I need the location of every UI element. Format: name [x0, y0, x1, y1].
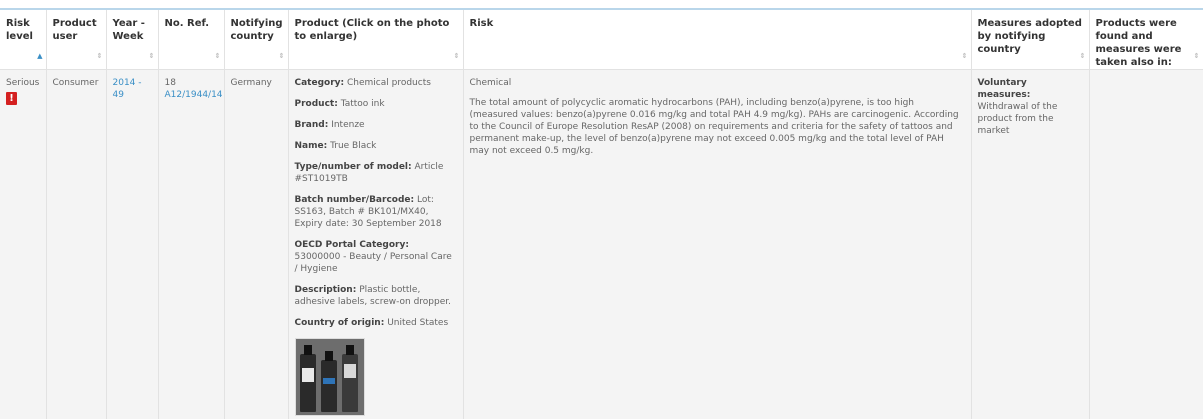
- risk-level-text: Serious: [6, 77, 40, 89]
- field-value: United States: [387, 318, 448, 328]
- cell-product-user: Consumer: [46, 70, 106, 419]
- col-header-label: No. Ref.: [165, 18, 210, 29]
- table-row: Serious ! Consumer 2014 - 49 18 A12/1944…: [0, 70, 1203, 419]
- field-label: OECD Portal Category:: [295, 240, 409, 250]
- field-label: Brand:: [295, 120, 329, 130]
- field-label: Type/number of model:: [295, 162, 412, 172]
- cell-measures: Voluntary measures: Withdrawal of the pr…: [971, 70, 1089, 419]
- header-row: Risk level▲ Product user⇕ Year - Week⇕ N…: [0, 10, 1203, 70]
- field-value: Intenze: [331, 120, 364, 130]
- field-value: Tattoo ink: [341, 99, 385, 109]
- field-label: Batch number/Barcode:: [295, 195, 415, 205]
- risk-type-text: Chemical: [470, 77, 965, 89]
- risk-description-text: The total amount of polycyclic aromatic …: [470, 97, 965, 157]
- ref-code-link[interactable]: A12/1944/14: [165, 90, 223, 100]
- product-photo[interactable]: [295, 338, 365, 416]
- bottle-cap: [304, 345, 312, 355]
- product-description: Description: Plastic bottle, adhesive la…: [295, 284, 457, 308]
- sort-icon[interactable]: ⇕: [97, 50, 103, 63]
- product-origin: Country of origin: United States: [295, 317, 457, 329]
- col-header-label: Products were found and measures were ta…: [1096, 18, 1182, 68]
- product-category: Category: Chemical products: [295, 77, 457, 89]
- notifying-country-text: Germany: [231, 78, 272, 88]
- cell-risk-level: Serious !: [0, 70, 46, 419]
- year-week-link[interactable]: 2014 - 49: [113, 78, 142, 100]
- product-oecd: OECD Portal Category: 53000000 - Beauty …: [295, 239, 457, 275]
- bottle-label: [344, 364, 356, 378]
- bottle-cap: [325, 351, 333, 361]
- bottle-shape: [342, 354, 358, 412]
- col-header-notifying-country[interactable]: Notifying country ⇕: [224, 10, 288, 70]
- col-header-year-week[interactable]: Year - Week ⇕: [106, 10, 158, 70]
- cell-notifying-country: Germany: [224, 70, 288, 419]
- col-header-no-ref[interactable]: No. Ref. ⇕: [158, 10, 224, 70]
- sort-ascending-icon[interactable]: ▲: [37, 50, 42, 63]
- sort-icon[interactable]: ⇕: [279, 50, 285, 63]
- col-header-product-user[interactable]: Product user⇕: [46, 10, 106, 70]
- col-header-risk[interactable]: Risk ⇕: [463, 10, 971, 70]
- col-header-label: Measures adopted by notifying country: [978, 18, 1082, 55]
- bottle-cap: [346, 345, 354, 355]
- product-batch: Batch number/Barcode: Lot: SS163, Batch …: [295, 194, 457, 230]
- product-type: Product: Tattoo ink: [295, 98, 457, 110]
- product-model: Type/number of model: Article #ST1019TB: [295, 161, 457, 185]
- cell-no-ref: 18 A12/1944/14: [158, 70, 224, 419]
- col-header-label: Notifying country: [231, 18, 283, 42]
- bottle-shape: [300, 354, 316, 412]
- sort-icon[interactable]: ⇕: [962, 50, 968, 63]
- col-header-label: Product (Click on the photo to enlarge): [295, 18, 450, 42]
- sort-icon[interactable]: ⇕: [149, 50, 155, 63]
- field-label: Description:: [295, 285, 357, 295]
- cell-risk: Chemical The total amount of polycyclic …: [463, 70, 971, 419]
- field-value: Chemical products: [347, 78, 431, 88]
- field-value: True Black: [330, 141, 376, 151]
- col-header-label: Year - Week: [113, 18, 145, 42]
- product-name: Name: True Black: [295, 140, 457, 152]
- field-label: Name:: [295, 141, 328, 151]
- col-header-products-found[interactable]: Products were found and measures were ta…: [1089, 10, 1203, 70]
- col-header-label: Product user: [53, 18, 97, 42]
- sort-icon[interactable]: ⇕: [1194, 50, 1200, 63]
- cell-year-week: 2014 - 49: [106, 70, 158, 419]
- bottle-label: [302, 368, 314, 382]
- col-header-label: Risk: [470, 18, 494, 29]
- field-label: Product:: [295, 99, 338, 109]
- warning-icon: !: [6, 92, 17, 105]
- cell-product: Category: Chemical products Product: Tat…: [288, 70, 463, 419]
- sort-icon[interactable]: ⇕: [454, 50, 460, 63]
- ref-number: 18: [165, 77, 218, 89]
- field-value: 53000000 - Beauty / Personal Care / Hygi…: [295, 252, 452, 274]
- bottle-label: [323, 378, 335, 384]
- product-user-text: Consumer: [53, 78, 99, 88]
- measures-label: Voluntary measures:: [978, 78, 1031, 100]
- col-header-measures[interactable]: Measures adopted by notifying country⇕: [971, 10, 1089, 70]
- sort-icon[interactable]: ⇕: [1080, 50, 1086, 63]
- product-brand: Brand: Intenze: [295, 119, 457, 131]
- field-label: Country of origin:: [295, 318, 385, 328]
- col-header-risk-level[interactable]: Risk level ▲: [0, 10, 46, 70]
- col-header-label: Risk level: [6, 18, 33, 42]
- col-header-product[interactable]: Product (Click on the photo to enlarge) ⇕: [288, 10, 463, 70]
- rapex-results-table: Risk level▲ Product user⇕ Year - Week⇕ N…: [0, 10, 1203, 419]
- measures-text: Withdrawal of the product from the marke…: [978, 101, 1083, 137]
- field-label: Category:: [295, 78, 345, 88]
- cell-products-found: [1089, 70, 1203, 419]
- bottle-shape: [321, 360, 337, 412]
- sort-icon[interactable]: ⇕: [215, 50, 221, 63]
